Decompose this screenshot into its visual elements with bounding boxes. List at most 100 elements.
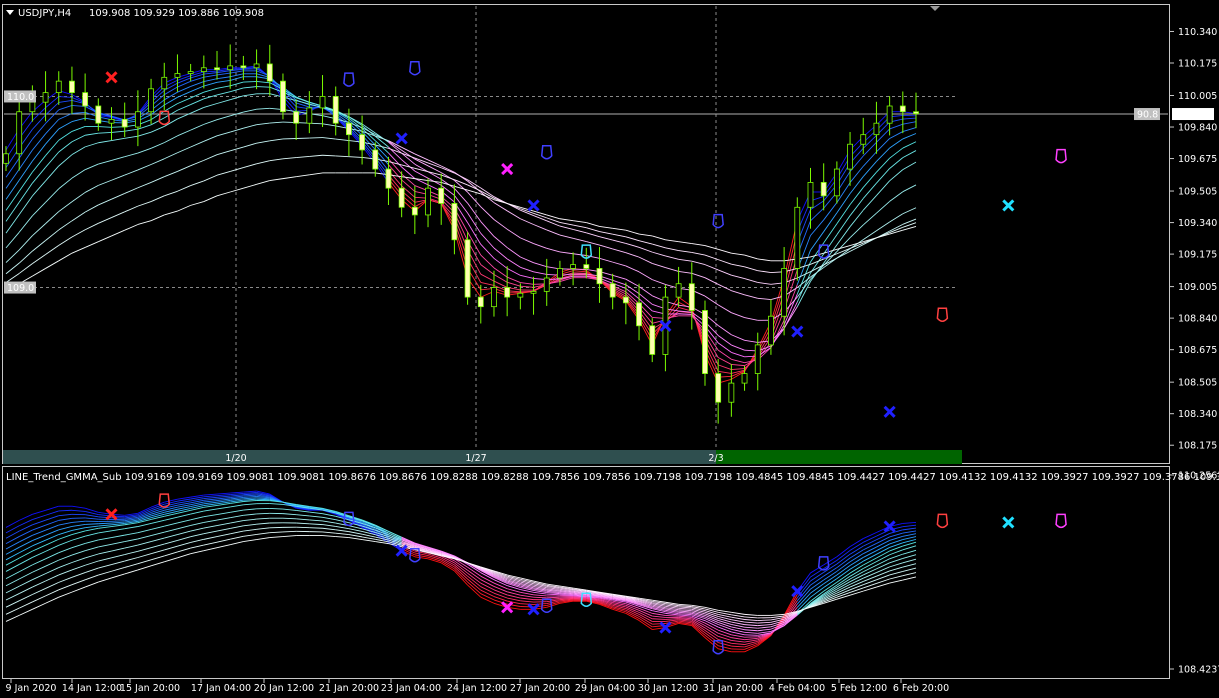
gmma-line-segment bbox=[71, 126, 86, 132]
sub-gmma-segment bbox=[150, 511, 165, 517]
gmma-line-segment bbox=[203, 195, 218, 202]
gmma-line-segment bbox=[480, 221, 495, 237]
sub-gmma-segment bbox=[823, 574, 838, 585]
gmma-line-segment bbox=[717, 342, 732, 353]
gmma-line-segment bbox=[731, 290, 745, 296]
gmma-line-segment bbox=[137, 147, 152, 154]
sub-gmma-segment bbox=[58, 521, 73, 526]
sub-gmma-segment bbox=[216, 511, 231, 515]
sub-gmma-segment bbox=[216, 538, 231, 543]
sub-gmma-segment bbox=[678, 614, 692, 617]
candle-body bbox=[161, 76, 168, 90]
sub-gmma-segment bbox=[5, 585, 20, 594]
gmma-line-segment bbox=[98, 159, 112, 165]
sub-gmma-segment bbox=[85, 546, 99, 552]
sub-gmma-segment bbox=[876, 558, 890, 566]
sub-gmma-segment bbox=[190, 510, 204, 515]
sub-gmma-segment bbox=[164, 534, 178, 539]
sub-gmma-segment bbox=[32, 565, 46, 573]
sub-gmma-segment bbox=[507, 591, 521, 596]
gmma-line-segment bbox=[58, 141, 73, 153]
gmma-line-segment bbox=[441, 174, 455, 181]
sub-gmma-segment bbox=[823, 563, 838, 573]
sub-gmma-segment bbox=[269, 531, 283, 534]
gmma-line-segment bbox=[691, 243, 706, 246]
sub-gmma-segment bbox=[863, 550, 877, 558]
candle-body bbox=[913, 111, 919, 115]
sub-gmma-segment bbox=[256, 537, 270, 541]
sub-gmma-segment bbox=[348, 537, 363, 541]
candle-body bbox=[609, 283, 616, 298]
sub-gmma-segment bbox=[58, 576, 73, 583]
gmma-line-segment bbox=[177, 104, 191, 111]
sub-gmma-segment bbox=[863, 539, 877, 547]
sub-gmma-segment bbox=[216, 495, 231, 498]
gmma-line-segment bbox=[85, 132, 99, 136]
sub-gmma-segment bbox=[58, 554, 73, 561]
gmma-line-segment bbox=[889, 147, 904, 159]
sub-gmma-segment bbox=[32, 524, 46, 531]
gmma-line-segment bbox=[216, 72, 231, 76]
sub-gmma-segment bbox=[85, 525, 99, 529]
gmma-line-segment bbox=[506, 258, 521, 268]
gmma-line-segment bbox=[678, 270, 692, 274]
candle-body bbox=[16, 111, 23, 155]
sub-gmma-segment bbox=[243, 539, 257, 543]
sub-gmma-segment bbox=[863, 543, 877, 551]
sub-gmma-segment bbox=[111, 560, 125, 565]
gmma-line-segment bbox=[612, 248, 626, 254]
sub-gmma-segment bbox=[32, 514, 46, 520]
candle-body bbox=[332, 96, 339, 124]
gmma-line-segment bbox=[164, 190, 178, 197]
sub-gmma-segment bbox=[85, 514, 99, 518]
candle-body bbox=[227, 65, 234, 71]
gmma-line-segment bbox=[612, 274, 626, 280]
gmma-line-segment bbox=[150, 195, 165, 202]
sub-gmma-segment bbox=[744, 634, 758, 636]
gmma-line-segment bbox=[520, 266, 534, 273]
sub-gmma-segment bbox=[150, 543, 165, 549]
sub-gmma-segment bbox=[84, 560, 99, 566]
sub-gmma-segment bbox=[203, 514, 218, 518]
gmma-line-segment bbox=[111, 229, 125, 237]
gmma-line-segment bbox=[71, 247, 86, 254]
gmma-line-segment bbox=[652, 243, 666, 249]
sub-gmma-segment bbox=[230, 525, 244, 529]
sub-gmma-segment bbox=[454, 562, 468, 574]
sub-gmma-segment bbox=[164, 551, 178, 557]
gmma-line-segment bbox=[572, 229, 587, 234]
sub-gmma-segment bbox=[678, 611, 692, 614]
sub-gmma-segment bbox=[731, 614, 745, 618]
time-label: 4 Feb 04:00 bbox=[769, 683, 825, 694]
sub-gmma-segment bbox=[230, 514, 244, 519]
gmma-line-segment bbox=[111, 174, 125, 181]
candle-body bbox=[319, 96, 326, 109]
sub-gmma-segment bbox=[849, 564, 864, 574]
gmma-line-segment bbox=[269, 138, 284, 142]
sub-gmma-segment bbox=[731, 611, 745, 615]
gmma-line-segment bbox=[889, 213, 904, 223]
candle-body bbox=[530, 290, 537, 294]
gmma-line-segment bbox=[480, 206, 495, 220]
sub-gmma-segment bbox=[876, 554, 890, 563]
sub-gmma-segment bbox=[902, 521, 917, 524]
gmma-line-segment bbox=[269, 178, 284, 181]
gmma-line-segment bbox=[836, 250, 851, 259]
sub-gmma-segment bbox=[5, 578, 20, 587]
gmma-line-segment bbox=[717, 335, 732, 346]
gmma-line-segment bbox=[5, 214, 20, 234]
gmma-line-segment bbox=[243, 108, 257, 113]
gmma-line-segment bbox=[467, 202, 482, 222]
sub-gmma-segment bbox=[731, 640, 745, 643]
sub-gmma-segment bbox=[71, 550, 86, 556]
hand-signal-icon bbox=[540, 145, 553, 160]
sub-gmma-segment bbox=[45, 538, 59, 546]
gmma-line-segment bbox=[164, 210, 178, 216]
gmma-line-segment bbox=[744, 278, 758, 283]
sub-gmma-segment bbox=[849, 577, 864, 585]
sub-gmma-segment bbox=[18, 524, 33, 532]
sub-gmma-segment bbox=[718, 648, 732, 653]
sub-gmma-segment bbox=[480, 589, 495, 597]
gmma-line-segment bbox=[744, 317, 758, 321]
gmma-line-segment bbox=[533, 271, 547, 275]
